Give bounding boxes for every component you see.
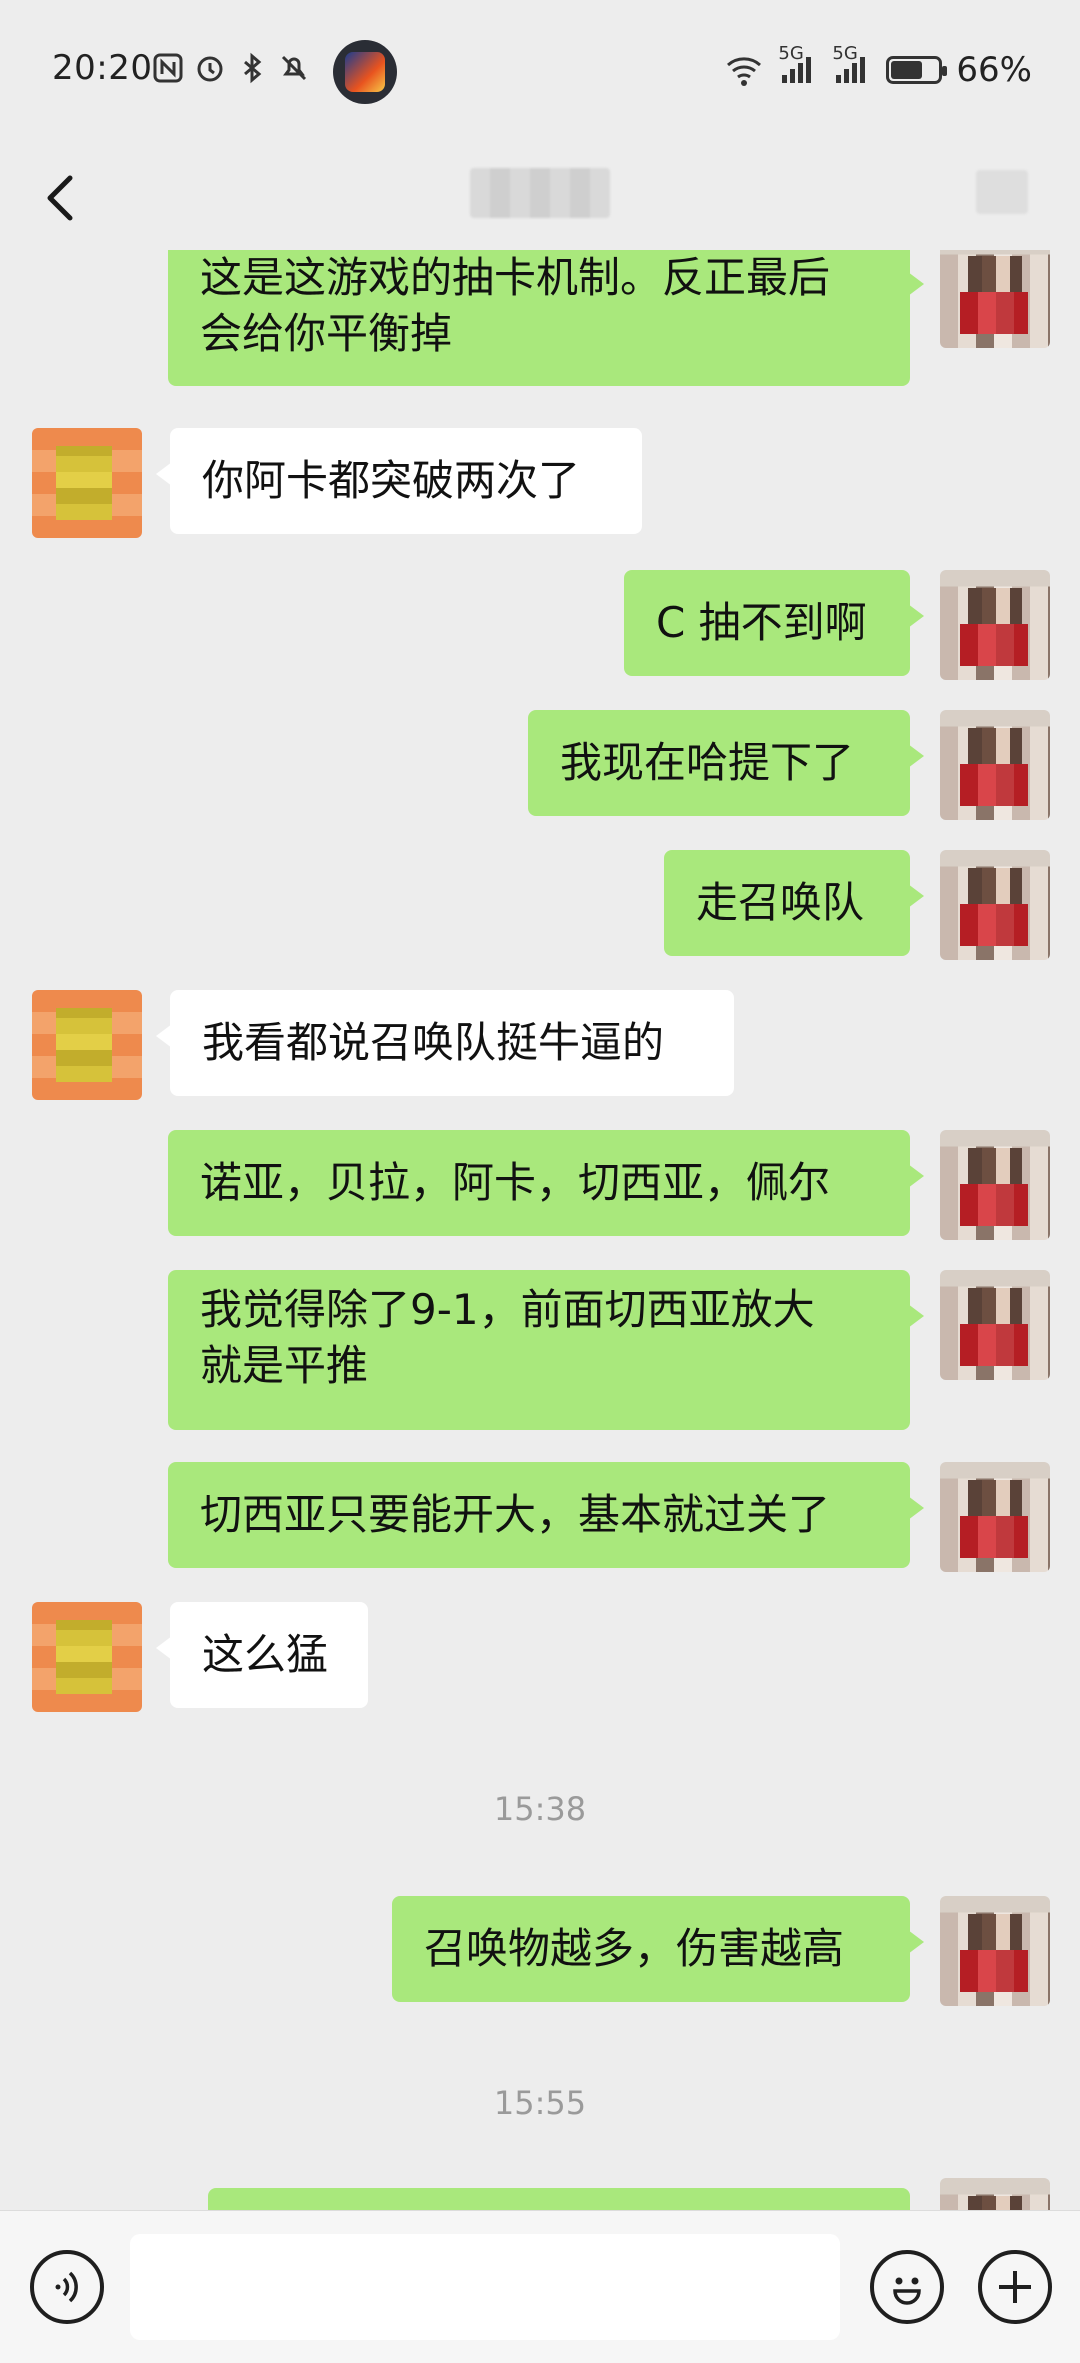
chat-header: [0, 140, 1080, 250]
back-button[interactable]: [36, 160, 96, 230]
battery-icon: [886, 56, 948, 84]
message-bubble[interactable]: 这是这游戏的抽卡机制。反正最后 会给你平衡掉: [168, 250, 924, 386]
network-label: 5G: [778, 43, 804, 64]
message-input[interactable]: [130, 2234, 840, 2340]
message-text: 你阿卡都突破两次了: [202, 453, 580, 509]
input-bar: [0, 2210, 1080, 2363]
app-notification-icon: [333, 40, 397, 104]
message-line: 我看都说召唤队挺牛逼的: [202, 1018, 665, 1067]
message-line: C 抽不到啊: [656, 598, 867, 647]
status-time: 20:20: [52, 48, 153, 88]
avatar[interactable]: [940, 1270, 1050, 1380]
message-list[interactable]: 这是这游戏的抽卡机制。反正最后 会给你平衡掉你阿卡都突破两次了 C 抽不到啊我现在哈…: [0, 250, 1080, 2210]
battery-fill: [891, 61, 922, 79]
emoji-button[interactable]: [870, 2250, 944, 2324]
signal-icon: 5G: [832, 43, 872, 89]
alarm-icon: [197, 56, 223, 82]
message-bubble[interactable]: 走召唤队: [664, 850, 924, 956]
message-line: 召唤物越多，伤害越高: [424, 1924, 845, 1973]
message-bubble[interactable]: 召唤物越多，伤害越高: [392, 1896, 924, 2002]
chat-title: [470, 168, 610, 218]
voice-button[interactable]: [30, 2250, 104, 2324]
message-bubble[interactable]: 我现在哈提下了: [528, 710, 924, 816]
signal-icon: 5G: [778, 43, 818, 89]
emoji-icon: [893, 2277, 921, 2305]
avatar[interactable]: [32, 990, 142, 1100]
message-bubble[interactable]: C 抽不到啊: [624, 570, 924, 676]
message-line: 诺亚，贝拉，阿卡，切西亚，佩尔: [200, 1158, 831, 1207]
plus-button[interactable]: [978, 2250, 1052, 2324]
message-line: 切西亚只要能开大，基本就过关了: [200, 1490, 831, 1539]
mute-icon: [281, 55, 307, 81]
nfc-icon: [153, 53, 183, 83]
message-text: 这是这游戏的抽卡机制。反正最后 会给你平衡掉: [200, 250, 830, 362]
message-line: 会给你平衡掉: [200, 309, 453, 358]
message-line: 你阿卡都突破两次了: [202, 456, 581, 505]
timestamp: 15:55: [493, 2084, 587, 2122]
bluetooth-icon: [244, 52, 262, 84]
message-line: 就是平推: [200, 1341, 369, 1390]
avatar[interactable]: [940, 570, 1050, 680]
plus-icon: [999, 2271, 1031, 2303]
more-button[interactable]: [976, 170, 1028, 214]
message-text: 我看都说召唤队挺牛逼的: [202, 1015, 664, 1071]
avatar[interactable]: [32, 1602, 142, 1712]
message-bubble[interactable]: [208, 2188, 910, 2210]
wifi-icon: [727, 57, 762, 86]
voice-icon: [55, 2271, 78, 2303]
avatar[interactable]: [940, 1130, 1050, 1240]
avatar[interactable]: [940, 1462, 1050, 1572]
message-line: 我觉得除了9-1，前面切西亚放大: [200, 1285, 815, 1334]
message-text: 我现在哈提下了: [560, 735, 854, 791]
message-bubble[interactable]: 这么猛: [156, 1602, 368, 1708]
message-line: 这是这游戏的抽卡机制。反正最后: [200, 253, 831, 302]
message-text: 这么猛: [202, 1627, 328, 1683]
avatar[interactable]: [32, 428, 142, 538]
message-bubble[interactable]: 我看都说召唤队挺牛逼的: [156, 990, 734, 1096]
message-text: C 抽不到啊: [656, 595, 867, 651]
message-text: 我觉得除了9-1，前面切西亚放大 就是平推: [200, 1282, 815, 1394]
avatar[interactable]: [940, 710, 1050, 820]
message-bubble[interactable]: 你阿卡都突破两次了: [156, 428, 642, 534]
message-bubble[interactable]: 诺亚，贝拉，阿卡，切西亚，佩尔: [168, 1130, 924, 1236]
network-label: 5G: [832, 43, 858, 64]
avatar[interactable]: [940, 250, 1050, 348]
message-line: 这么猛: [202, 1630, 329, 1679]
avatar[interactable]: [940, 1896, 1050, 2006]
avatar[interactable]: [940, 850, 1050, 960]
avatar[interactable]: [940, 2178, 1050, 2210]
message-line: 走召唤队: [696, 878, 865, 927]
timestamp: 15:38: [493, 1790, 587, 1828]
message-text: 召唤物越多，伤害越高: [424, 1921, 844, 1977]
message-text: 诺亚，贝拉，阿卡，切西亚，佩尔: [200, 1155, 830, 1211]
battery-percent: 66%: [956, 50, 1032, 90]
message-text: 走召唤队: [696, 875, 864, 931]
message-text: 切西亚只要能开大，基本就过关了: [200, 1487, 830, 1543]
message-line: 我现在哈提下了: [560, 738, 855, 787]
message-bubble[interactable]: 切西亚只要能开大，基本就过关了: [168, 1462, 924, 1568]
status-bar: 20:20 5G 5G 66%: [0, 0, 1080, 140]
message-bubble[interactable]: 我觉得除了9-1，前面切西亚放大 就是平推: [168, 1270, 924, 1430]
chevron-left-icon: [47, 175, 73, 221]
